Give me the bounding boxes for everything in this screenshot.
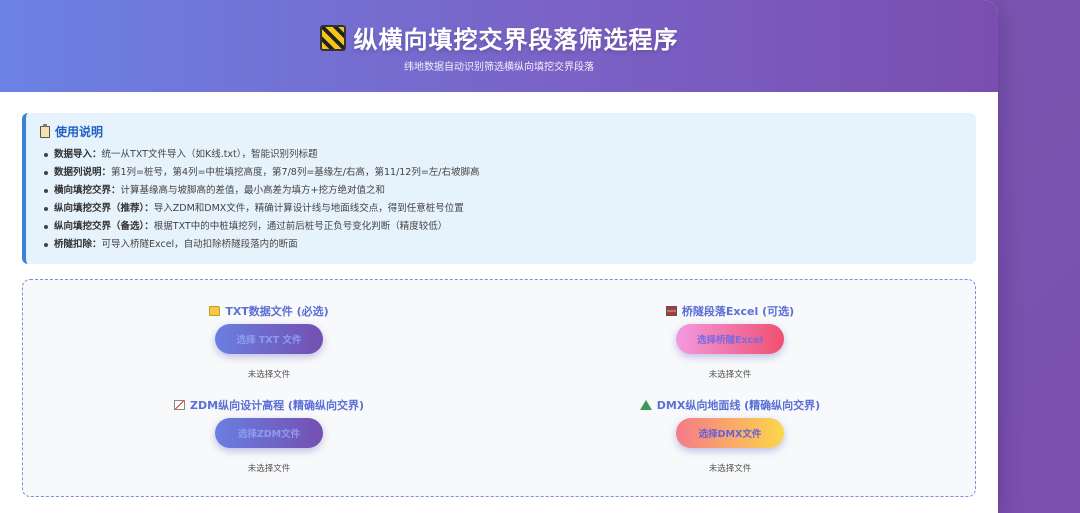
title-row: 纵横向填挖交界段落筛选程序 <box>0 20 998 55</box>
app-window: 纵横向填挖交界段落筛选程序 纬地数据自动识别筛选横纵向填挖交界段落 使用说明 数… <box>0 0 998 513</box>
list-item: 纵向填挖交界（备选）：根据TXT中的中桩填挖列，通过前后桩号正负号变化判断（精度… <box>44 218 962 236</box>
list-item: 横向填挖交界：计算基缘高与坡脚高的差值，最小高差为填方+挖方绝对值之和 <box>44 182 962 200</box>
list-item: 纵向填挖交界（推荐）：导入ZDM和DMX文件，精确计算设计线与地面线交点，得到任… <box>44 200 962 218</box>
upload-panel: TXT数据文件 (必选) 选择 TXT 文件 未选择文件 桥隧段落Excel (… <box>22 279 976 497</box>
bridge-file-status: 未选择文件 <box>708 370 752 380</box>
clipboard-icon <box>40 123 50 138</box>
mountain-icon <box>639 400 652 410</box>
zdm-file-status: 未选择文件 <box>247 464 291 474</box>
instructions-panel: 使用说明 数据导入：统一从TXT文件导入（如K线.txt），智能识别列标题 数据… <box>22 113 976 264</box>
page-subtitle: 纬地数据自动识别筛选横纵向填挖交界段落 <box>404 62 594 73</box>
zdm-upload-label: ZDM纵向设计高程 (精确纵向交界) <box>119 398 419 412</box>
zdm-upload-group: ZDM纵向设计高程 (精确纵向交界) 选择ZDM文件 未选择文件 <box>119 398 419 474</box>
txt-upload-group: TXT数据文件 (必选) 选择 TXT 文件 未选择文件 <box>119 304 419 380</box>
bridge-upload-group: 桥隧段落Excel (可选) 选择桥隧Excel 未选择文件 <box>580 304 880 380</box>
txt-upload-label: TXT数据文件 (必选) <box>119 304 419 318</box>
bridge-upload-label: 桥隧段落Excel (可选) <box>580 304 880 318</box>
list-item: 桥隧扣除：可导入桥隧Excel，自动扣除桥隧段落内的断面 <box>44 236 962 254</box>
header: 纵横向填挖交界段落筛选程序 纬地数据自动识别筛选横纵向填挖交界段落 <box>0 0 998 92</box>
page-title: 纵横向填挖交界段落筛选程序 <box>353 26 679 54</box>
dmx-file-status: 未选择文件 <box>708 464 752 474</box>
folder-icon <box>209 306 221 316</box>
instructions-title-text: 使用说明 <box>55 125 104 139</box>
instructions-list: 数据导入：统一从TXT文件导入（如K线.txt），智能识别列标题 数据列说明：第… <box>40 146 962 254</box>
select-txt-button[interactable]: 选择 TXT 文件 <box>215 324 323 354</box>
list-item: 数据导入：统一从TXT文件导入（如K线.txt），智能识别列标题 <box>44 146 962 164</box>
construction-barrier-icon <box>319 24 346 51</box>
txt-file-status: 未选择文件 <box>247 370 291 380</box>
dmx-upload-group: DMX纵向地面线 (精确纵向交界) 选择DMX文件 未选择文件 <box>580 398 880 474</box>
dmx-upload-label: DMX纵向地面线 (精确纵向交界) <box>580 398 880 412</box>
instructions-title: 使用说明 <box>40 123 962 140</box>
list-item: 数据列说明：第1列=桩号，第4列=中桩填挖高度，第7/8列=基缘左/右高，第11… <box>44 164 962 182</box>
select-zdm-button[interactable]: 选择ZDM文件 <box>215 418 323 448</box>
chart-icon <box>174 400 186 410</box>
select-bridge-excel-button[interactable]: 选择桥隧Excel <box>676 324 784 354</box>
select-dmx-button[interactable]: 选择DMX文件 <box>676 418 784 448</box>
bridge-icon <box>665 306 677 316</box>
